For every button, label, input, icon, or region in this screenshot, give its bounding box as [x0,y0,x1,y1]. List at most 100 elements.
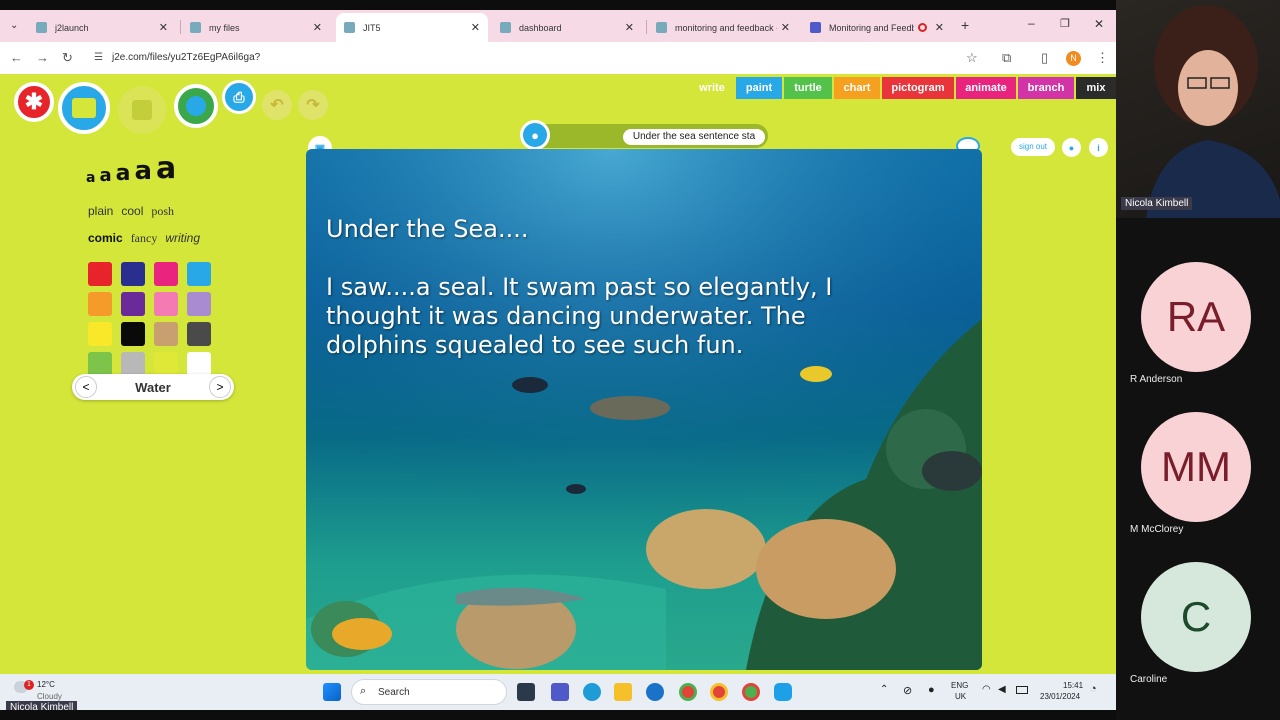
site-info-icon[interactable]: ☰ [94,52,103,63]
profile-avatar[interactable]: N [1066,51,1081,66]
close-icon[interactable]: ✕ [159,21,168,34]
show-hidden-icons-icon[interactable]: ⌃ [880,684,888,695]
search-box[interactable]: ⌕ Search [351,679,507,705]
color-swatch[interactable] [187,262,211,286]
chrome-icon[interactable] [679,683,697,701]
user-icon[interactable]: ● [1062,138,1081,157]
size-option[interactable]: a [156,151,176,186]
edge-icon[interactable] [583,683,601,701]
new-tab-icon[interactable]: + [961,17,969,33]
url-field[interactable]: j2e.com/files/yu2Tz6EgPA6il6ga? [112,52,260,63]
font-writing[interactable]: writing [165,231,200,246]
menu-branch[interactable]: branch [1018,77,1074,99]
tab-jit5[interactable]: JIT5 ✕ [336,13,488,42]
font-plain[interactable]: plain [88,204,113,219]
font-cool[interactable]: cool [121,204,143,219]
color-swatch[interactable] [187,292,211,316]
side-panel-icon[interactable]: ▯ [1041,50,1048,66]
color-swatch[interactable] [121,322,145,346]
wifi-icon[interactable]: ◠ [982,684,991,695]
presenter-video [1116,0,1280,218]
network-icon[interactable]: ⊘ [903,684,912,697]
menu-mix[interactable]: mix [1076,77,1116,99]
color-swatch[interactable] [121,352,145,376]
skype-icon[interactable] [774,683,792,701]
language-line1[interactable]: ENG [951,681,968,690]
color-swatch[interactable] [88,262,112,286]
close-icon[interactable]: ✕ [471,21,480,34]
color-swatch[interactable] [187,322,211,346]
back-icon[interactable]: ← [10,50,23,65]
color-swatch[interactable] [154,262,178,286]
reload-icon[interactable]: ↻ [62,50,73,66]
start-icon[interactable] [323,683,341,701]
tab-dashboard[interactable]: dashboard ✕ [492,13,642,42]
writing-canvas[interactable]: Under the Sea.... I saw....a seal. It sw… [306,149,982,670]
color-swatch[interactable] [88,352,112,376]
menu-turtle[interactable]: turtle [784,77,832,99]
weather-temp[interactable]: 12°C [37,680,55,689]
menu-paint[interactable]: paint [736,77,782,99]
tab-monitoring-feedback[interactable]: monitoring and feedback - ✕ [648,13,798,42]
redo-icon[interactable]: ↷ [298,90,328,120]
size-option[interactable]: a [99,165,111,186]
forward-icon[interactable]: → [36,50,49,65]
font-fancy[interactable]: fancy [131,231,158,246]
next-background-button[interactable]: > [209,376,231,398]
notifications-icon[interactable]: ◔ [1090,683,1097,695]
file-explorer-icon[interactable] [614,683,632,701]
save-icon[interactable] [118,86,166,134]
color-swatch[interactable] [187,352,211,376]
undo-icon[interactable]: ↶ [262,90,292,120]
bookmark-star-icon[interactable]: ☆ [966,50,978,66]
restore-icon[interactable]: ❐ [1060,17,1070,30]
size-option[interactable]: a [86,170,95,186]
color-swatch[interactable] [121,292,145,316]
chrome-icon[interactable] [710,683,728,701]
outlook-icon[interactable] [646,683,664,701]
close-window-icon[interactable]: ✕ [1094,17,1104,31]
new-file-icon[interactable]: ✱ [14,82,54,122]
color-swatch[interactable] [154,352,178,376]
extensions-icon[interactable]: ⧉ [1002,50,1011,66]
color-swatch[interactable] [154,322,178,346]
microphone-icon[interactable]: ● [520,120,550,150]
font-comic[interactable]: comic [88,231,123,246]
menu-animate[interactable]: animate [956,77,1016,99]
close-icon[interactable]: ✕ [935,21,944,34]
color-swatch[interactable] [154,292,178,316]
teams-icon[interactable] [551,683,569,701]
close-icon[interactable]: ✕ [625,21,634,34]
color-swatch[interactable] [88,322,112,346]
size-option[interactable]: a [116,161,131,186]
task-view-icon[interactable] [517,683,535,701]
more-menu-icon[interactable]: ⋮ [1096,50,1109,66]
menu-pictogram[interactable]: pictogram [882,77,954,99]
sign-out-button[interactable]: sign out [1011,138,1055,156]
size-option[interactable]: a [134,156,152,186]
color-swatch[interactable] [121,262,145,286]
color-swatch[interactable] [88,292,112,316]
font-posh[interactable]: posh [151,204,174,219]
open-file-icon[interactable] [58,82,110,134]
close-icon[interactable]: ✕ [781,21,790,34]
menu-write[interactable]: write [690,77,734,99]
clock-time[interactable]: 15:41 [1063,681,1083,690]
share-icon[interactable] [174,84,218,128]
tab-j2launch[interactable]: j2launch ✕ [28,13,176,42]
volume-icon[interactable]: ◀ [998,684,1006,695]
minimize-icon[interactable]: – [1028,16,1035,30]
tab-my-files[interactable]: my files ✕ [182,13,330,42]
canvas-text[interactable]: Under the Sea.... I saw....a seal. It sw… [326,215,946,360]
battery-icon[interactable] [1016,686,1028,694]
file-title-field[interactable]: Under the sea sentence sta [623,129,765,145]
close-icon[interactable]: ✕ [313,21,322,34]
menu-chart[interactable]: chart [834,77,880,99]
tab-monitoring-feedback-teams[interactable]: Monitoring and Feedb ✕ [802,13,952,42]
print-icon[interactable]: ⎙ [222,80,256,114]
tab-search-chevron-icon[interactable]: ⌄ [10,20,18,31]
microphone-tray-icon[interactable]: ● [928,684,935,696]
info-icon[interactable]: i [1089,138,1108,157]
favicon-icon [500,22,511,33]
chrome-icon[interactable] [742,683,760,701]
